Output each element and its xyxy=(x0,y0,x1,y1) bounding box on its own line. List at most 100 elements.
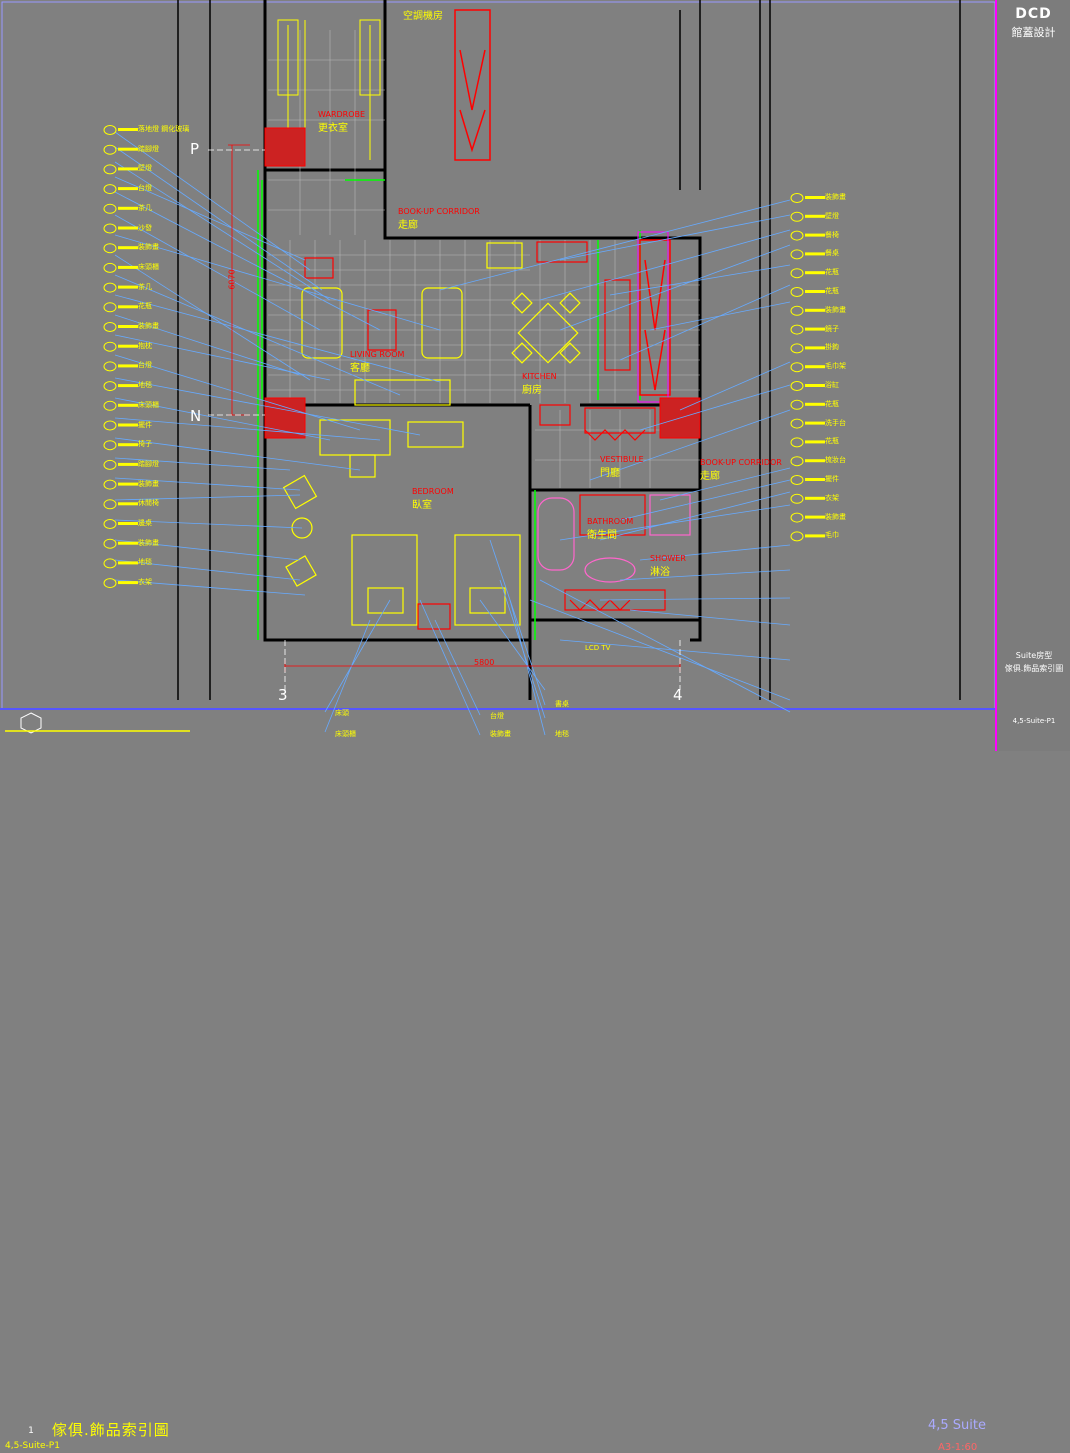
dimension-width: 5800 xyxy=(474,658,495,667)
tag-label: 花瓶 xyxy=(825,399,839,408)
tag-marker xyxy=(103,184,117,195)
tag-label: 茶几 xyxy=(138,203,152,212)
room-label-corridor-2: BOOK-UP CORRIDOR 走廊 xyxy=(700,458,782,482)
tag-bar xyxy=(805,440,825,444)
tag-label: 邊桌 xyxy=(138,519,152,527)
tag-label: 裝飾畫 xyxy=(825,193,846,201)
tag-label: 裝飾畫 xyxy=(825,305,846,314)
tag-marker xyxy=(103,420,117,431)
tag-bar xyxy=(118,344,138,348)
tag-label: 花瓶 xyxy=(138,302,152,311)
tag-bar xyxy=(805,196,825,199)
room-zh: 淋浴 xyxy=(650,567,670,578)
tag-bar xyxy=(805,534,825,538)
ac-room-label: 空調機房 xyxy=(403,11,443,22)
tag-bar xyxy=(118,265,138,269)
tag-bar xyxy=(118,522,138,525)
room-zh: 廚房 xyxy=(522,385,542,396)
tag-marker xyxy=(103,381,117,392)
title-block: DCD 館蓋設計 Suite房型 傢俱.飾品索引圖 4,5-Suite-P1 xyxy=(995,0,1070,751)
tag-marker xyxy=(103,223,117,234)
tag-marker xyxy=(103,262,117,273)
drawing-title-bar: 1 傢俱.飾品索引圖 4,5-Suite-P1 4,5 Suite A3-1:6… xyxy=(0,709,995,1453)
tag-marker xyxy=(103,479,117,490)
tag-bar xyxy=(805,478,825,481)
tag-marker xyxy=(103,440,117,451)
tag-bar xyxy=(118,325,138,328)
tag-label: 書桌 xyxy=(555,700,569,708)
tag-marker xyxy=(790,249,804,260)
leader-lines-bottom xyxy=(324,539,546,736)
tag-label: 洗手台 xyxy=(825,418,846,427)
tag-marker xyxy=(790,268,804,279)
tag-bar xyxy=(805,271,825,275)
grid-mark-4: 4 xyxy=(673,686,683,704)
dimension-height: 6070 xyxy=(227,269,237,290)
tag-bar xyxy=(805,365,825,369)
tag-label: 裝飾畫 xyxy=(138,479,159,488)
drawing-scale: A3-1:60 xyxy=(938,1442,978,1453)
tag-bar xyxy=(118,167,138,171)
tag-label: 台燈 xyxy=(138,361,152,370)
tag-bar xyxy=(118,147,138,151)
tag-bar xyxy=(805,252,825,256)
tag-label: 餐椅 xyxy=(825,230,839,239)
tag-marker xyxy=(103,361,117,372)
tag-label: 地毯 xyxy=(138,381,152,390)
room-label-wardrobe: WARDROBE 更衣室 xyxy=(318,110,365,134)
tag-marker xyxy=(790,211,804,222)
right-tag-markers xyxy=(790,193,825,542)
room-label-vestibule: VESTIBULE 門廳 xyxy=(600,455,644,479)
tag-bar xyxy=(805,214,825,218)
sheet-name: 傢俱.飾品索引圖 xyxy=(1004,664,1064,673)
room-en: WARDROBE xyxy=(318,110,366,119)
project-name: Suite房型 xyxy=(1015,651,1053,660)
room-label-bedroom: BEDROOM 臥室 xyxy=(412,487,454,511)
tag-marker xyxy=(790,512,804,523)
room-zh: 門廳 xyxy=(600,468,620,479)
tag-label: 浴缸 xyxy=(825,381,839,389)
tag-bar xyxy=(805,346,825,350)
tag-marker xyxy=(790,324,804,335)
tag-label: 踏腳燈 xyxy=(138,459,159,468)
room-en: KITCHEN xyxy=(522,372,557,381)
tag-bar xyxy=(805,233,825,237)
tag-label: 毛巾架 xyxy=(825,362,846,371)
sheet-code: 4,5-Suite-P1 xyxy=(1012,717,1056,725)
tag-bar xyxy=(118,482,138,486)
tag-label: 壁燈 xyxy=(138,164,152,173)
tag-label: 衣架 xyxy=(138,578,152,587)
grid-mark-n: N xyxy=(190,407,202,425)
tag-marker xyxy=(103,203,117,214)
tag-label: 地毯 xyxy=(138,558,152,567)
grid-mark-p: P xyxy=(190,140,200,158)
tag-label: 裝飾畫 xyxy=(138,538,159,547)
tag-label: 裝飾畫 xyxy=(138,322,159,330)
tag-marker xyxy=(790,493,804,504)
bathroom-fixtures xyxy=(537,494,691,611)
tag-bar xyxy=(805,459,825,463)
tag-label: 台燈 xyxy=(138,184,152,193)
room-en: BEDROOM xyxy=(412,487,454,496)
room-zh: 臥室 xyxy=(412,500,432,511)
dining-set xyxy=(511,292,581,364)
tag-bar xyxy=(805,421,825,425)
room-zh: 更衣室 xyxy=(318,123,348,134)
tag-marker xyxy=(790,362,804,373)
drawing-frame xyxy=(1,1,996,710)
tag-marker xyxy=(790,399,804,410)
tag-label: 餐桌 xyxy=(825,249,839,258)
tag-label: 踏腳燈 xyxy=(138,144,159,153)
room-en: LIVING ROOM xyxy=(350,350,405,359)
tag-label: 茶几 xyxy=(138,282,152,291)
room-en: BATHROOM xyxy=(587,517,634,526)
company-name: 館蓋設計 xyxy=(1011,26,1056,39)
tag-marker xyxy=(790,418,804,429)
grid-mark-3: 3 xyxy=(278,686,288,704)
tag-bar xyxy=(805,308,825,312)
tag-label: 毛巾 xyxy=(825,531,839,540)
tag-bar xyxy=(118,502,138,506)
drawing-number: 1 xyxy=(28,1426,34,1436)
tag-marker xyxy=(790,437,804,448)
tag-marker xyxy=(103,144,117,155)
